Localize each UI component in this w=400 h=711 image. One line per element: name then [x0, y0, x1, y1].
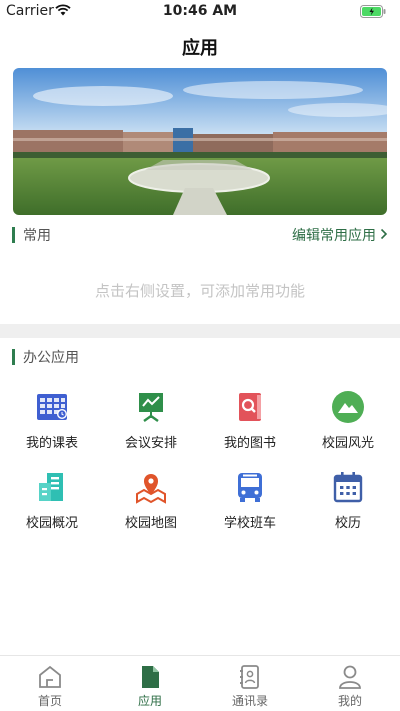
common-section-title: 常用 [23, 228, 51, 244]
app-label: 校园地图 [124, 516, 177, 531]
app-my-timetable[interactable]: 我的课表 [2, 390, 102, 451]
clock: 10:46 AM [162, 3, 238, 19]
app-meeting-schedule[interactable]: 会议安排 [101, 390, 201, 451]
section-marker [12, 349, 15, 365]
app-campus-scenery[interactable]: 校园风光 [298, 390, 398, 451]
building-icon [39, 473, 63, 501]
app-label: 学校班车 [223, 516, 276, 531]
tab-label: 应用 [137, 694, 162, 708]
tab-label: 我的 [337, 694, 362, 708]
document-icon [142, 666, 159, 688]
bus-icon [238, 473, 262, 502]
status-bar: Carrier 10:46 AM [0, 0, 400, 24]
meeting-board-icon [139, 393, 163, 422]
app-label: 校园概况 [25, 516, 78, 531]
tab-label: 通讯录 [231, 694, 268, 708]
app-label: 我的课表 [25, 436, 78, 451]
tab-label: 首页 [37, 694, 62, 708]
user-icon [339, 665, 361, 689]
app-campus-map[interactable]: 校园地图 [101, 470, 201, 531]
app-my-books[interactable]: 我的图书 [200, 390, 300, 451]
office-section-title: 办公应用 [23, 350, 79, 366]
home-icon [39, 665, 61, 688]
app-label: 校历 [334, 516, 361, 531]
app-school-calendar[interactable]: 校历 [298, 470, 398, 531]
contacts-icon [240, 665, 259, 689]
landscape-icon [332, 391, 364, 423]
campus-banner-image[interactable] [13, 68, 387, 215]
book-search-icon [239, 393, 261, 421]
app-label: 我的图书 [223, 436, 276, 451]
app-label: 会议安排 [124, 436, 177, 451]
timetable-icon [37, 394, 67, 420]
tab-bar: 首页 应用 通讯录 我的 [0, 655, 400, 711]
app-label: 校园风光 [321, 436, 374, 451]
section-divider [0, 324, 400, 338]
tab-apps[interactable]: 应用 [100, 664, 200, 709]
edit-common-apps-link[interactable]: 编辑常用应用 [292, 225, 388, 245]
map-pin-icon [136, 474, 166, 504]
tab-home[interactable]: 首页 [0, 664, 100, 709]
app-campus-overview[interactable]: 校园概况 [2, 470, 102, 531]
chevron-right-icon [380, 228, 388, 240]
edit-common-apps-label: 编辑常用应用 [292, 228, 376, 244]
common-section-header: 常用 编辑常用应用 [12, 224, 388, 246]
office-section-header: 办公应用 [12, 346, 388, 368]
battery-icon [360, 5, 386, 18]
empty-common-hint: 点击右侧设置，可添加常用功能 [94, 282, 305, 300]
calendar-icon [333, 472, 363, 503]
tab-profile[interactable]: 我的 [300, 664, 400, 709]
app-school-bus[interactable]: 学校班车 [200, 470, 300, 531]
tab-contacts[interactable]: 通讯录 [200, 664, 300, 709]
section-marker [12, 227, 15, 243]
page-title: 应用 [182, 38, 218, 59]
